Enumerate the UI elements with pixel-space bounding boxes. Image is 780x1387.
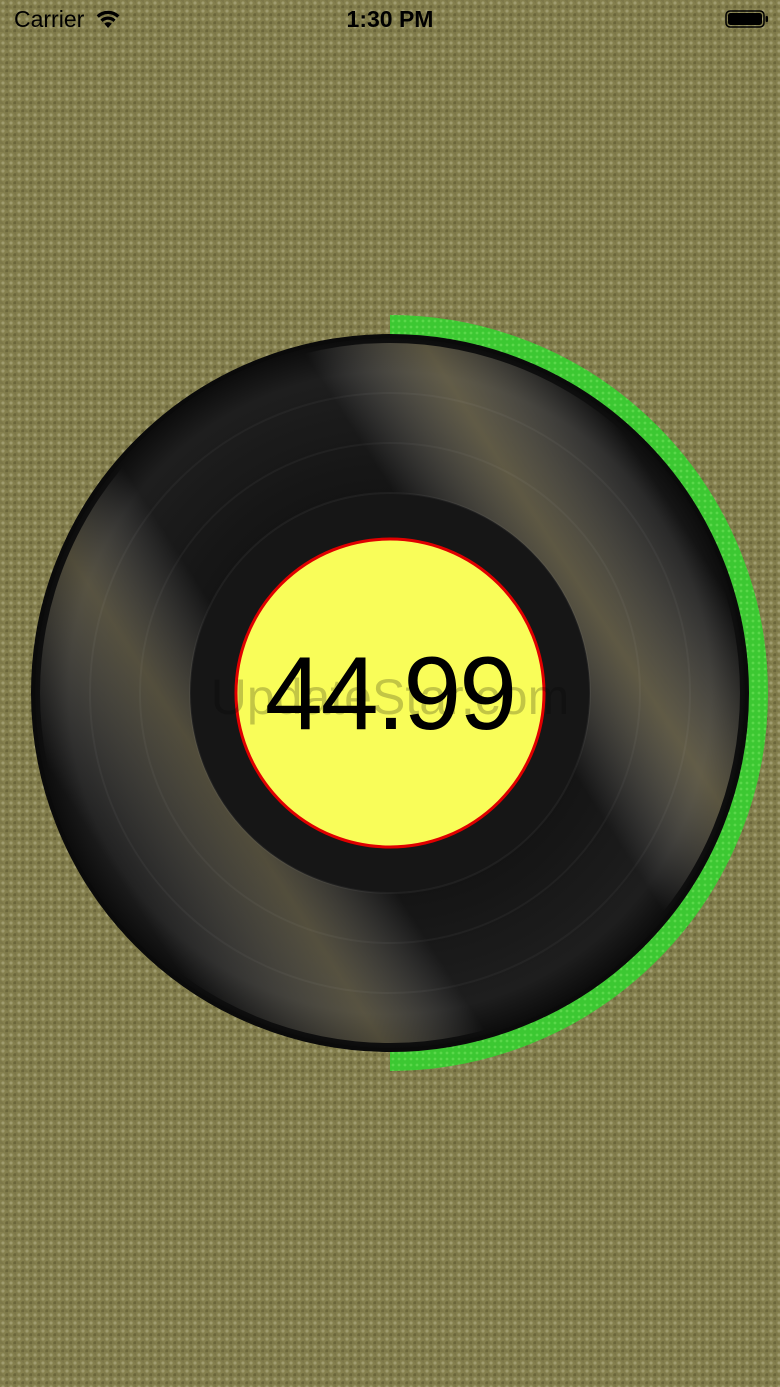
- gauge-value: 44.99: [264, 635, 517, 752]
